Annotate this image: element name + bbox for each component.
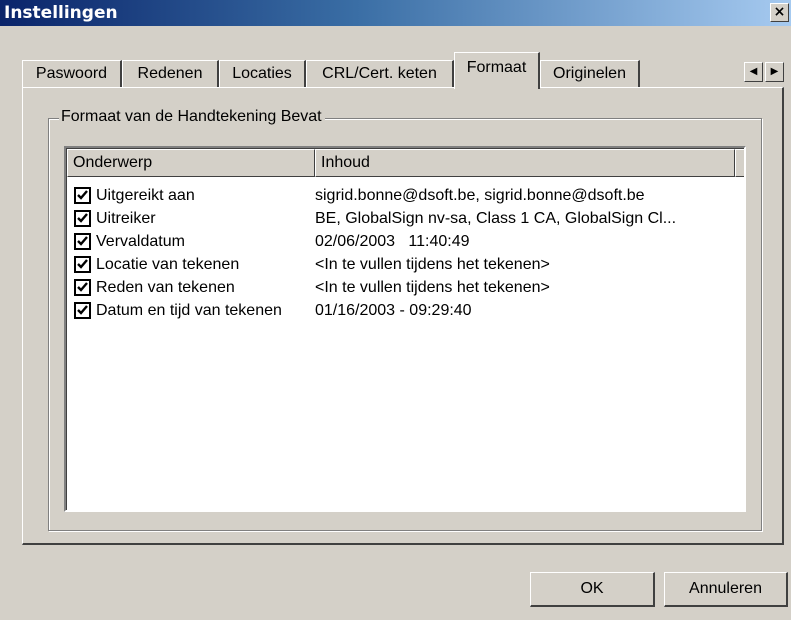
- cancel-button-label: Annuleren: [689, 580, 762, 597]
- cancel-button[interactable]: Annuleren: [664, 572, 788, 607]
- tab-paswoord[interactable]: Paswoord: [22, 60, 122, 88]
- cell-content: sigrid.bonne@dsoft.be, sigrid.bonne@dsof…: [315, 187, 645, 204]
- list-item[interactable]: Vervaldatum 02/06/2003 11:40:49: [67, 230, 743, 253]
- checkmark-icon: [77, 190, 88, 200]
- checkmark-icon: [77, 259, 88, 269]
- checkbox-checked[interactable]: [74, 187, 91, 204]
- list-item[interactable]: Datum en tijd van tekenen 01/16/2003 - 0…: [67, 299, 743, 322]
- tab-originelen[interactable]: Originelen: [540, 60, 640, 88]
- tab-crl-cert-keten[interactable]: CRL/Cert. keten: [306, 60, 454, 88]
- checkbox-checked[interactable]: [74, 302, 91, 319]
- signature-format-list[interactable]: Onderwerp Inhoud Uitgereikt aan sigrid.b…: [64, 146, 746, 512]
- list-item[interactable]: Reden van tekenen <In te vullen tijdens …: [67, 276, 743, 299]
- cell-subject: Datum en tijd van tekenen: [96, 302, 282, 319]
- cell-content: <In te vullen tijdens het tekenen>: [315, 279, 550, 296]
- close-button[interactable]: ×: [770, 3, 789, 22]
- column-header-filler: [735, 149, 744, 177]
- tab-scroll-left-button[interactable]: ◀: [744, 62, 763, 82]
- cell-content: <In te vullen tijdens het tekenen>: [315, 256, 550, 273]
- title-bar[interactable]: Instellingen ×: [0, 0, 791, 26]
- cell-content: BE, GlobalSign nv-sa, Class 1 CA, Global…: [315, 210, 677, 227]
- list-item[interactable]: Uitgereikt aan sigrid.bonne@dsoft.be, si…: [67, 184, 743, 207]
- ok-button-label: OK: [580, 580, 604, 597]
- cell-subject: Locatie van tekenen: [96, 256, 240, 273]
- column-header-inhoud[interactable]: Inhoud: [315, 149, 735, 177]
- window-title: Instellingen: [4, 3, 118, 23]
- tab-label: Formaat: [466, 59, 527, 76]
- cell-subject: Uitgereikt aan: [96, 187, 195, 204]
- cell-content: 02/06/2003 11:40:49: [315, 233, 470, 250]
- tab-locaties[interactable]: Locaties: [219, 60, 306, 88]
- cell-content: 01/16/2003 - 09:29:40: [315, 302, 472, 319]
- tab-label: CRL/Cert. keten: [322, 65, 437, 82]
- list-item[interactable]: Uitreiker BE, GlobalSign nv-sa, Class 1 …: [67, 207, 743, 230]
- checkbox-checked[interactable]: [74, 233, 91, 250]
- settings-dialog: Instellingen × Paswoord Redenen Locaties…: [0, 0, 791, 620]
- tab-scroll-right-button[interactable]: ▶: [765, 62, 784, 82]
- checkbox-checked[interactable]: [74, 256, 91, 273]
- checkmark-icon: [77, 213, 88, 223]
- ok-button[interactable]: OK: [530, 572, 655, 607]
- checkbox-checked[interactable]: [74, 279, 91, 296]
- column-header-onderwerp[interactable]: Onderwerp: [67, 149, 315, 177]
- cell-subject: Reden van tekenen: [96, 279, 235, 296]
- tab-label: Originelen: [553, 65, 626, 82]
- cell-subject: Uitreiker: [96, 210, 156, 227]
- checkmark-icon: [77, 305, 88, 315]
- tab-formaat[interactable]: Formaat: [454, 52, 540, 89]
- list-item[interactable]: Locatie van tekenen <In te vullen tijden…: [67, 253, 743, 276]
- arrow-right-icon: ▶: [770, 66, 779, 77]
- tab-label: Paswoord: [35, 65, 108, 82]
- column-label: Inhoud: [321, 154, 370, 171]
- close-icon: ×: [773, 4, 786, 20]
- checkmark-icon: [77, 236, 88, 246]
- arrow-left-icon: ◀: [749, 66, 758, 77]
- tab-label: Redenen: [137, 65, 203, 82]
- tab-redenen[interactable]: Redenen: [122, 60, 219, 88]
- cell-subject: Vervaldatum: [96, 233, 185, 250]
- groupbox-label: Formaat van de Handtekening Bevat: [59, 108, 325, 126]
- column-label: Onderwerp: [73, 154, 153, 171]
- checkbox-checked[interactable]: [74, 210, 91, 227]
- tab-label: Locaties: [232, 65, 292, 82]
- checkmark-icon: [77, 282, 88, 292]
- list-header: Onderwerp Inhoud: [67, 149, 744, 177]
